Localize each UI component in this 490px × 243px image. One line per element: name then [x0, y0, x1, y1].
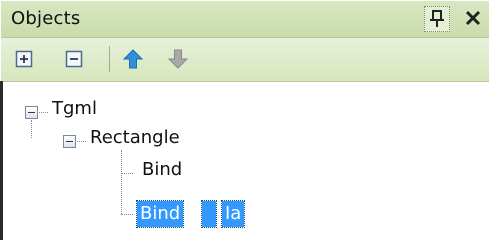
collapse-all-icon[interactable]: [64, 49, 84, 69]
tree-connector: [121, 214, 133, 215]
collapse-toggle-icon[interactable]: [63, 135, 76, 148]
panel-toolbar: [1, 38, 489, 82]
tree-connector: [121, 150, 122, 214]
panel-titlebar: Objects: [1, 1, 489, 38]
panel-title: Objects: [11, 8, 81, 29]
tree-connector: [121, 173, 133, 174]
toolbar-separator: [109, 46, 110, 72]
tree-connector: [31, 120, 32, 138]
tree-node-tgml[interactable]: Tgml: [52, 98, 97, 119]
move-up-icon[interactable]: [122, 49, 144, 69]
object-tree: Tgml Rectangle Bind Bind Ia: [1, 82, 489, 241]
tree-connector: [77, 141, 86, 142]
tree-connector: [39, 112, 48, 113]
close-icon[interactable]: [463, 8, 485, 30]
tree-node-bind-selected[interactable]: Bind: [135, 200, 185, 228]
objects-panel: Objects Tgml Rectangle Bind Bind Ia: [1, 1, 489, 241]
expand-all-icon[interactable]: [14, 49, 34, 69]
panel-left-border: [0, 81, 3, 240]
move-down-icon[interactable]: [167, 49, 189, 69]
pin-icon[interactable]: [424, 6, 450, 32]
collapse-toggle-icon[interactable]: [25, 106, 38, 119]
tree-node-ia[interactable]: Ia: [220, 200, 246, 228]
selection-gap: [201, 200, 217, 228]
tree-node-bind[interactable]: Bind: [142, 159, 182, 180]
tree-node-rectangle[interactable]: Rectangle: [90, 127, 180, 148]
